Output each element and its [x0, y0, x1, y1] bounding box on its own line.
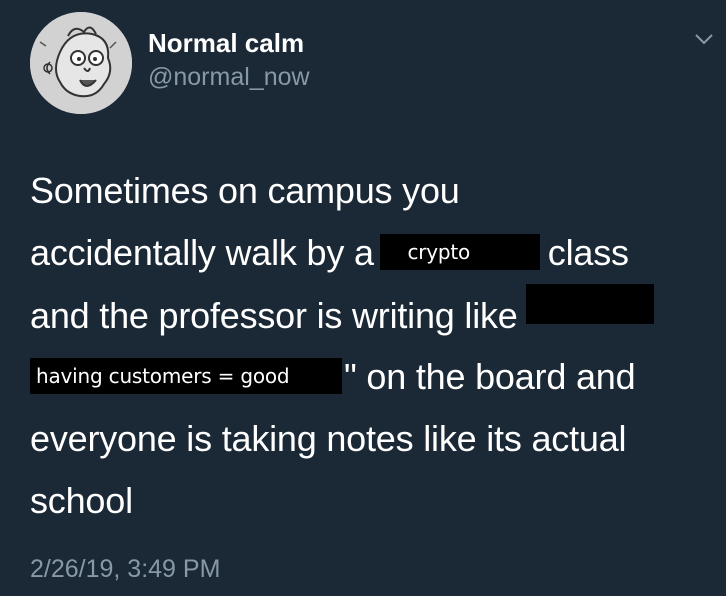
redaction-box-blank [525, 284, 654, 324]
tweet-line-text: class [547, 232, 629, 273]
tweet-line-text: accidentally walk by a [30, 232, 374, 273]
tweet-line-text: and the professor is writing like [30, 295, 518, 336]
redaction-box: having customers = good [30, 358, 342, 394]
redaction-box: crypto [379, 234, 540, 270]
tweet-timestamp[interactable]: 2/26/19, 3:49 PM [30, 554, 220, 584]
display-name[interactable]: Normal calm [148, 27, 304, 59]
tweet-line-text: Sometimes on campus you [30, 170, 460, 211]
tweet-line: school [30, 470, 720, 532]
avatar-drawing-icon [30, 12, 132, 114]
tweet-line: having customers = good " on the board an… [30, 346, 720, 408]
avatar[interactable] [30, 12, 132, 114]
tweet-line: accidentally walk by a crypto class [30, 222, 720, 284]
tweet-line: Sometimes on campus you [30, 160, 720, 222]
tweet-line-text: everyone is taking notes like its actual [30, 418, 627, 459]
tweet-line: everyone is taking notes like its actual [30, 408, 720, 470]
chevron-down-icon[interactable] [694, 32, 714, 46]
tweet-line-text: school [30, 480, 133, 521]
tweet-text: Sometimes on campus you accidentally wal… [30, 160, 720, 532]
tweet-line-text: " on the board and [344, 356, 636, 397]
tweet-card: Normal calm @normal_now Sometimes on cam… [0, 0, 726, 596]
user-handle[interactable]: @normal_now [148, 62, 310, 92]
tweet-line: and the professor is writing like [30, 284, 720, 346]
